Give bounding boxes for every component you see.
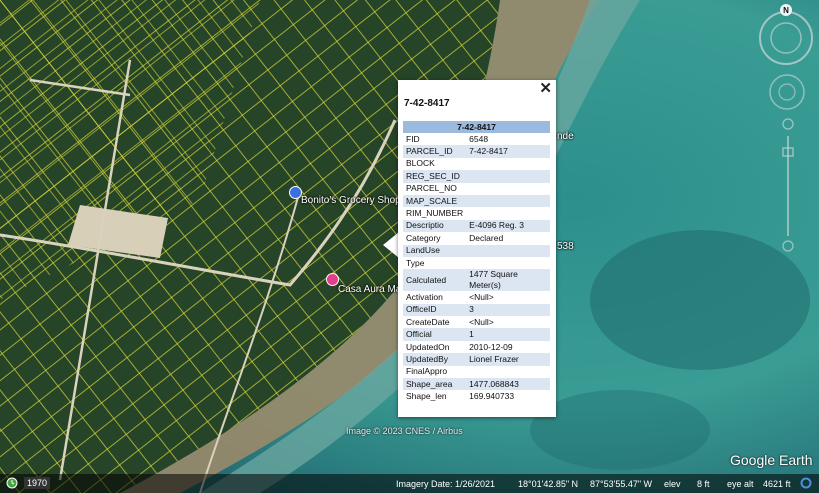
attribute-value: Lionel Frazer bbox=[466, 353, 550, 366]
attribute-value bbox=[466, 366, 550, 378]
historical-imagery-icon[interactable] bbox=[6, 477, 18, 489]
attribute-row: UpdatedBy Lionel Frazer bbox=[403, 353, 550, 366]
attribute-row: RIM_NUMBER bbox=[403, 207, 550, 219]
attribute-row: OfficeID 3 bbox=[403, 303, 550, 317]
attribute-key: Category bbox=[406, 232, 441, 243]
close-icon[interactable]: ✕ bbox=[539, 81, 552, 97]
attribute-row: FinalAppro bbox=[403, 366, 550, 378]
attribute-row: Category Declared bbox=[403, 232, 550, 244]
attribute-key: Descriptio bbox=[403, 219, 467, 233]
attribute-row: CreateDate <Null> bbox=[403, 316, 550, 328]
partial-label-1: nde bbox=[557, 131, 574, 142]
attribute-row: FID 6548 bbox=[403, 133, 550, 145]
history-year[interactable]: 1970 bbox=[24, 477, 51, 489]
attribute-key: Shape_area bbox=[403, 378, 467, 391]
attribute-row: PARCEL_NO bbox=[403, 183, 550, 195]
attribute-key: FinalAppro bbox=[406, 366, 448, 377]
attribute-value: 6548 bbox=[469, 133, 489, 144]
attribute-key: REG_SEC_ID bbox=[403, 170, 467, 183]
attribute-table-header: 7-42-8417 bbox=[403, 121, 550, 133]
attribute-key: Calculated bbox=[403, 269, 467, 292]
attribute-key: PARCEL_ID bbox=[403, 145, 467, 158]
latitude-readout: 18°01'42.85" N bbox=[518, 479, 579, 489]
attribute-key: UpdatedBy bbox=[403, 353, 467, 366]
attribute-key: LandUse bbox=[403, 244, 467, 257]
attribute-key: Type bbox=[406, 257, 425, 268]
attribute-value bbox=[466, 257, 550, 269]
attribute-value: 169.940733 bbox=[469, 391, 515, 402]
zoom-slider[interactable] bbox=[778, 116, 798, 256]
compass-letter: N bbox=[783, 6, 789, 15]
attribute-key: MAP_SCALE bbox=[403, 194, 467, 208]
longitude-readout: 87°53'55.47" W bbox=[590, 479, 653, 489]
attribute-row: Type bbox=[403, 257, 550, 269]
poi-label-casa[interactable]: Casa Aura Ma bbox=[338, 284, 401, 295]
eye-alt-label: eye alt bbox=[727, 479, 754, 489]
imagery-date: Imagery Date: 1/26/2021 bbox=[396, 479, 496, 489]
attribute-key: OfficeID bbox=[403, 303, 467, 317]
poi-label-grocery[interactable]: Bonito's Grocery Shop bbox=[301, 195, 401, 206]
eye-alt-value: 4621 ft bbox=[763, 479, 791, 489]
attribute-value bbox=[466, 170, 550, 183]
attribute-row: Official 1 bbox=[403, 328, 550, 341]
attribute-key: RIM_NUMBER bbox=[406, 208, 464, 219]
popup-pointer bbox=[383, 232, 399, 258]
attribute-row: Calculated 1477 Square Meter(s) bbox=[403, 269, 550, 292]
attribute-key: PARCEL_NO bbox=[406, 183, 457, 194]
attribute-key: Official bbox=[403, 328, 467, 341]
attribute-value: 7-42-8417 bbox=[466, 145, 550, 158]
attribute-value: Declared bbox=[469, 232, 504, 243]
attribute-row: PARCEL_ID 7-42-8417 bbox=[403, 145, 550, 158]
partial-label-2: 538 bbox=[557, 241, 574, 252]
attribute-row: MAP_SCALE bbox=[403, 194, 550, 208]
attribute-value bbox=[466, 194, 550, 208]
attribute-row: Shape_area 1477.068843 bbox=[403, 378, 550, 391]
attribute-value: <Null> bbox=[469, 291, 494, 302]
attribute-value: E-4096 Reg. 3 bbox=[466, 219, 550, 233]
attribute-row: UpdatedOn 2010-12-09 bbox=[403, 341, 550, 353]
attribute-row: Shape_len 169.940733 bbox=[403, 390, 550, 402]
attribute-value: 1477.068843 bbox=[466, 378, 550, 391]
imagery-attribution: Image © 2023 CNES / Airbus bbox=[346, 426, 463, 436]
attribute-value: 3 bbox=[466, 303, 550, 317]
google-earth-logo: Google Earth bbox=[730, 452, 813, 468]
attribute-value bbox=[466, 158, 550, 170]
attribute-table: 7-42-8417 FID 6548 PARCEL_ID 7-42-8417 BLOCK… bbox=[403, 121, 550, 403]
loading-indicator-icon bbox=[800, 477, 812, 489]
attribute-value: 1477 Square Meter(s) bbox=[466, 269, 550, 292]
attribute-key: Activation bbox=[406, 291, 443, 302]
attribute-key: CreateDate bbox=[406, 316, 450, 327]
attribute-value bbox=[466, 244, 550, 257]
attribute-row: REG_SEC_ID bbox=[403, 170, 550, 183]
attribute-row: BLOCK bbox=[403, 158, 550, 170]
attribute-value: 2010-12-09 bbox=[469, 341, 513, 352]
attribute-row: Activation <Null> bbox=[403, 291, 550, 303]
attribute-value: 1 bbox=[466, 328, 550, 341]
popup-title: 7-42-8417 bbox=[404, 98, 450, 109]
attribute-key: Shape_len bbox=[406, 391, 447, 402]
compass-control[interactable]: N bbox=[757, 4, 815, 66]
attribute-value: <Null> bbox=[469, 316, 494, 327]
attribute-value bbox=[466, 207, 550, 219]
attribute-value bbox=[466, 183, 550, 195]
attribute-key: UpdatedOn bbox=[406, 341, 450, 352]
parcel-info-balloon: ✕ 7-42-8417 7-42-8417 FID 6548 PARCEL_ID 7-… bbox=[398, 80, 556, 417]
status-bar: 1970 Imagery Date: 1/26/2021 18°01'42.85… bbox=[0, 474, 819, 493]
elev-label: elev bbox=[664, 479, 681, 489]
attribute-key: FID bbox=[406, 133, 420, 144]
attribute-key: BLOCK bbox=[406, 158, 435, 169]
elev-value: 8 ft bbox=[697, 479, 710, 489]
attribute-row: LandUse bbox=[403, 244, 550, 257]
look-control-icon[interactable] bbox=[767, 72, 807, 112]
attribute-row: Descriptio E-4096 Reg. 3 bbox=[403, 219, 550, 233]
